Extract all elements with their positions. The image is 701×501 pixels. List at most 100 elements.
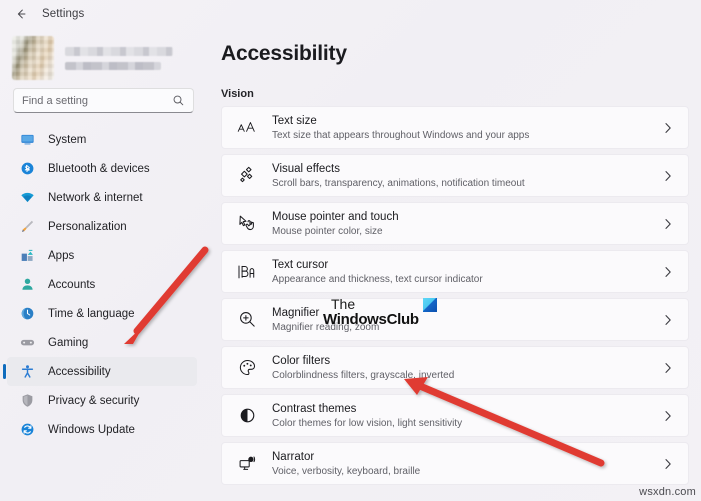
card-text: Text cursor Appearance and thickness, te… bbox=[272, 258, 663, 286]
card-title: Text cursor bbox=[272, 258, 663, 272]
card-subtitle: Colorblindness filters, grayscale, inver… bbox=[272, 369, 663, 382]
setting-card-text-cursor[interactable]: Text cursor Appearance and thickness, te… bbox=[221, 250, 689, 293]
sidebar-item-privacy-security[interactable]: Privacy & security bbox=[7, 386, 197, 415]
narrator-icon bbox=[236, 453, 258, 475]
setting-card-narrator[interactable]: Narrator Voice, verbosity, keyboard, bra… bbox=[221, 442, 689, 485]
card-text: Mouse pointer and touch Mouse pointer co… bbox=[272, 210, 663, 238]
magnifier-icon bbox=[236, 309, 258, 331]
sidebar-item-label: Privacy & security bbox=[48, 395, 139, 407]
sidebar-item-label: Personalization bbox=[48, 221, 127, 233]
sidebar: System Bluetooth & devices bbox=[0, 28, 208, 501]
sidebar-item-label: Apps bbox=[48, 250, 74, 262]
card-subtitle: Appearance and thickness, text cursor in… bbox=[272, 273, 663, 286]
card-title: Magnifier bbox=[272, 306, 663, 320]
search-box[interactable] bbox=[13, 88, 194, 113]
card-title: Contrast themes bbox=[272, 402, 663, 416]
sidebar-item-label: Network & internet bbox=[48, 192, 143, 204]
section-header-vision: Vision bbox=[221, 88, 689, 100]
chevron-right-icon bbox=[663, 410, 675, 422]
card-text: Contrast themes Color themes for low vis… bbox=[272, 402, 663, 430]
card-subtitle: Color themes for low vision, light sensi… bbox=[272, 417, 663, 430]
page-title: Accessibility bbox=[221, 42, 689, 66]
back-arrow-icon[interactable] bbox=[10, 3, 32, 25]
card-title: Color filters bbox=[272, 354, 663, 368]
setting-card-visual-effects[interactable]: Visual effects Scroll bars, transparency… bbox=[221, 154, 689, 197]
apps-grid-icon bbox=[19, 247, 36, 264]
sidebar-item-apps[interactable]: Apps bbox=[7, 241, 197, 270]
game-controller-icon bbox=[19, 334, 36, 351]
card-title: Narrator bbox=[272, 450, 663, 464]
monitor-icon bbox=[19, 131, 36, 148]
wifi-icon bbox=[19, 189, 36, 206]
account-name-blurred bbox=[65, 47, 173, 56]
color-palette-icon bbox=[236, 357, 258, 379]
window-title: Settings bbox=[42, 8, 84, 20]
search-icon bbox=[172, 94, 185, 107]
person-icon bbox=[19, 276, 36, 293]
card-text: Visual effects Scroll bars, transparency… bbox=[272, 162, 663, 190]
title-bar: Settings bbox=[0, 0, 701, 28]
mouse-pointer-touch-icon bbox=[236, 213, 258, 235]
sidebar-item-personalization[interactable]: Personalization bbox=[7, 212, 197, 241]
avatar bbox=[12, 36, 54, 80]
card-subtitle: Magnifier reading, zoom bbox=[272, 321, 663, 334]
sidebar-item-label: Bluetooth & devices bbox=[48, 163, 150, 175]
setting-card-magnifier[interactable]: Magnifier Magnifier reading, zoom bbox=[221, 298, 689, 341]
sidebar-item-time-language[interactable]: Time & language bbox=[7, 299, 197, 328]
card-subtitle: Text size that appears throughout Window… bbox=[272, 129, 663, 142]
card-title: Text size bbox=[272, 114, 663, 128]
sidebar-item-bluetooth-devices[interactable]: Bluetooth & devices bbox=[7, 154, 197, 183]
chevron-right-icon bbox=[663, 458, 675, 470]
chevron-right-icon bbox=[663, 170, 675, 182]
card-subtitle: Scroll bars, transparency, animations, n… bbox=[272, 177, 663, 190]
accessibility-icon bbox=[19, 363, 36, 380]
sidebar-item-system[interactable]: System bbox=[7, 125, 197, 154]
card-text: Color filters Colorblindness filters, gr… bbox=[272, 354, 663, 382]
card-text: Magnifier Magnifier reading, zoom bbox=[272, 306, 663, 334]
sidebar-item-label: Accounts bbox=[48, 279, 95, 291]
card-title: Visual effects bbox=[272, 162, 663, 176]
setting-card-contrast-themes[interactable]: Contrast themes Color themes for low vis… bbox=[221, 394, 689, 437]
contrast-circle-icon bbox=[236, 405, 258, 427]
main-content: Accessibility Vision Text size Text size… bbox=[208, 28, 701, 501]
setting-card-text-size[interactable]: Text size Text size that appears through… bbox=[221, 106, 689, 149]
settings-card-list: Text size Text size that appears through… bbox=[221, 106, 689, 485]
text-size-aa-icon bbox=[236, 117, 258, 139]
update-refresh-icon bbox=[19, 421, 36, 438]
bluetooth-icon bbox=[19, 160, 36, 177]
settings-window: Settings bbox=[0, 0, 701, 501]
setting-card-mouse-pointer-touch[interactable]: Mouse pointer and touch Mouse pointer co… bbox=[221, 202, 689, 245]
chevron-right-icon bbox=[663, 218, 675, 230]
sidebar-item-gaming[interactable]: Gaming bbox=[7, 328, 197, 357]
chevron-right-icon bbox=[663, 362, 675, 374]
sidebar-item-label: Windows Update bbox=[48, 424, 135, 436]
sidebar-item-accessibility[interactable]: Accessibility bbox=[7, 357, 197, 386]
sidebar-item-network-internet[interactable]: Network & internet bbox=[7, 183, 197, 212]
chevron-right-icon bbox=[663, 314, 675, 326]
sidebar-item-windows-update[interactable]: Windows Update bbox=[7, 415, 197, 444]
account-text-redacted bbox=[65, 47, 173, 70]
sidebar-nav: System Bluetooth & devices bbox=[0, 125, 208, 444]
card-subtitle: Voice, verbosity, keyboard, braille bbox=[272, 465, 663, 478]
account-email-blurred bbox=[65, 62, 161, 70]
sidebar-item-label: System bbox=[48, 134, 86, 146]
paintbrush-icon bbox=[19, 218, 36, 235]
chevron-right-icon bbox=[663, 266, 675, 278]
clock-globe-icon bbox=[19, 305, 36, 322]
sidebar-item-accounts[interactable]: Accounts bbox=[7, 270, 197, 299]
shield-icon bbox=[19, 392, 36, 409]
card-subtitle: Mouse pointer color, size bbox=[272, 225, 663, 238]
account-card[interactable] bbox=[0, 28, 208, 82]
site-watermark: wsxdn.com bbox=[639, 486, 696, 498]
chevron-right-icon bbox=[663, 122, 675, 134]
setting-card-color-filters[interactable]: Color filters Colorblindness filters, gr… bbox=[221, 346, 689, 389]
card-text: Narrator Voice, verbosity, keyboard, bra… bbox=[272, 450, 663, 478]
sidebar-item-label: Time & language bbox=[48, 308, 135, 320]
search-input[interactable] bbox=[22, 95, 172, 107]
sidebar-item-label: Gaming bbox=[48, 337, 88, 349]
sidebar-item-label: Accessibility bbox=[48, 366, 111, 378]
card-title: Mouse pointer and touch bbox=[272, 210, 663, 224]
sparkles-icon bbox=[236, 165, 258, 187]
card-text: Text size Text size that appears through… bbox=[272, 114, 663, 142]
text-cursor-icon bbox=[236, 261, 258, 283]
